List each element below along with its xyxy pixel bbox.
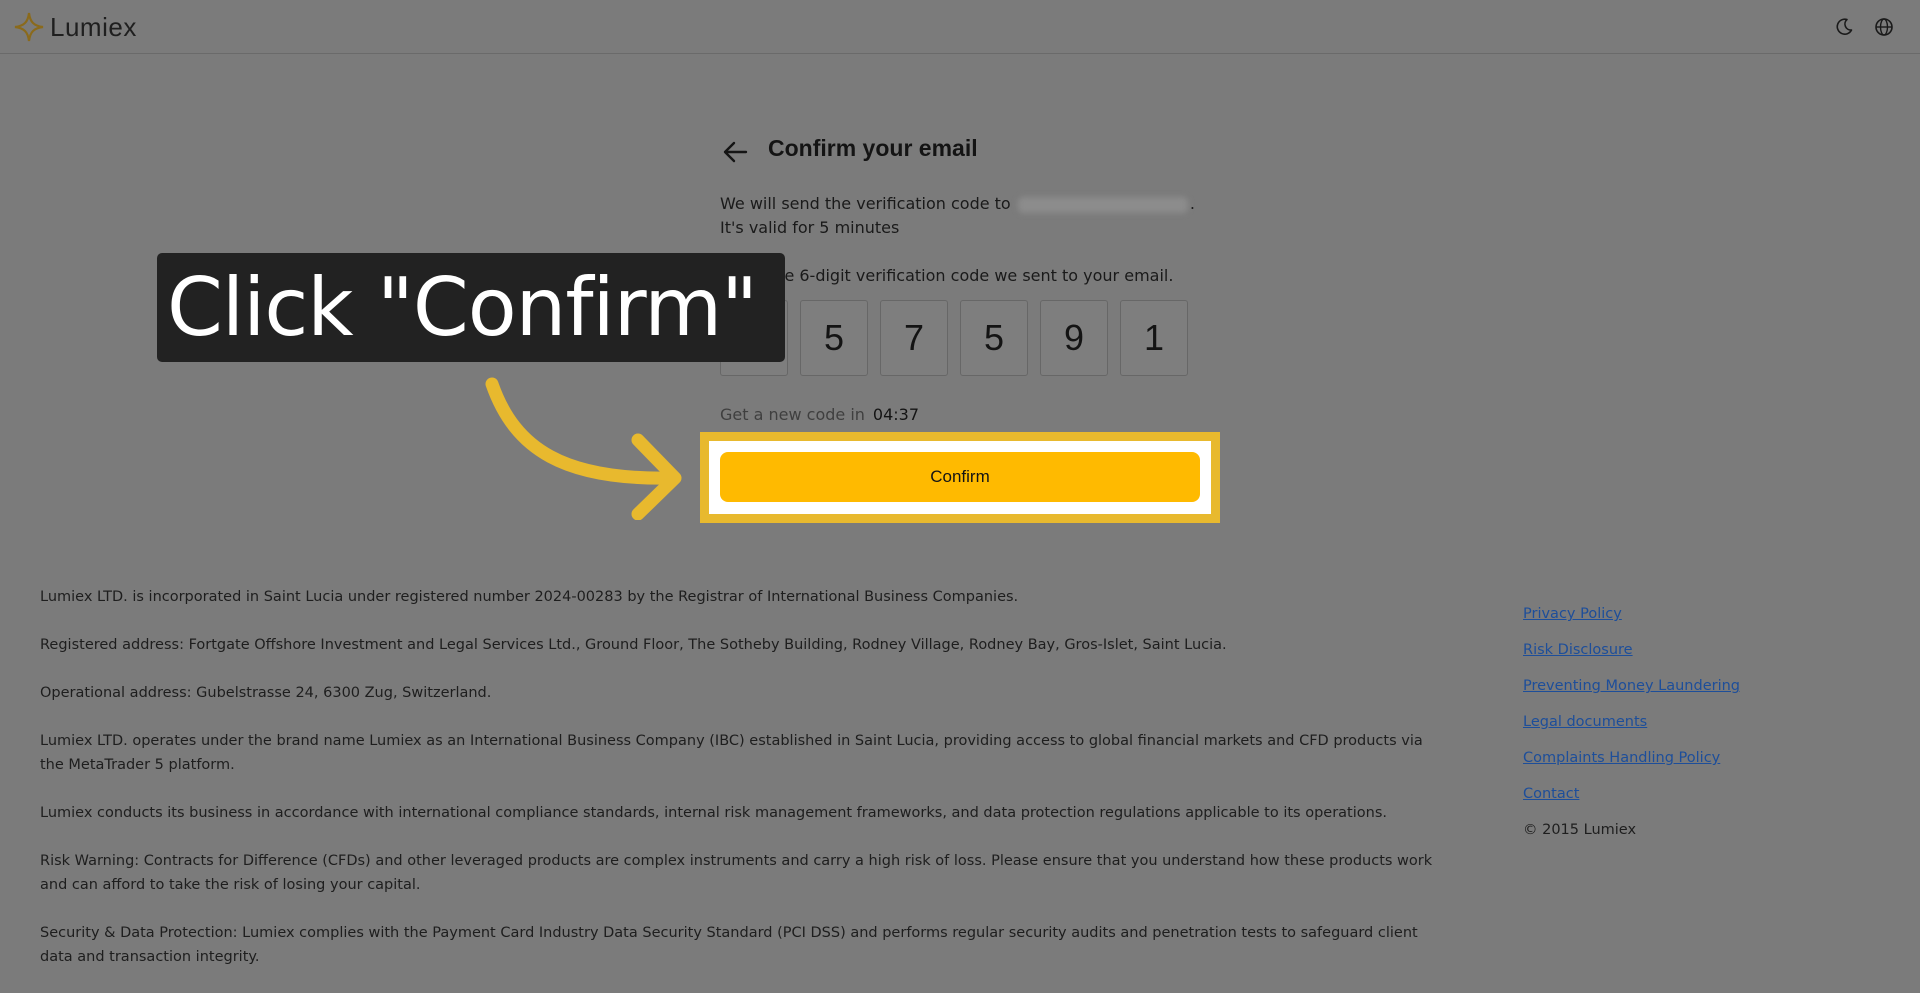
legal-paragraph: Operational address: Gubelstrasse 24, 63… bbox=[40, 685, 492, 701]
brand-name: Lumiex bbox=[50, 11, 137, 42]
link-risk-disclosure[interactable]: Risk Disclosure bbox=[1523, 638, 1740, 662]
back-arrow-icon[interactable] bbox=[722, 140, 748, 164]
verification-description: We will send the verification code to . … bbox=[720, 192, 1210, 240]
legal-text: Lumiex LTD. is incorporated in Saint Luc… bbox=[40, 585, 1450, 993]
pointer-arrow-icon bbox=[485, 377, 682, 520]
tutorial-callout: Click "Confirm" bbox=[157, 253, 785, 362]
legal-paragraph: Lumiex LTD. operates under the brand nam… bbox=[40, 733, 1423, 773]
globe-icon[interactable] bbox=[1874, 17, 1894, 37]
legal-paragraph: Registered address: Fortgate Offshore In… bbox=[40, 637, 1227, 653]
code-digit-5[interactable]: 9 bbox=[1040, 300, 1108, 376]
link-legal-documents[interactable]: Legal documents bbox=[1523, 710, 1740, 734]
link-contact[interactable]: Contact bbox=[1523, 782, 1740, 806]
link-privacy-policy[interactable]: Privacy Policy bbox=[1523, 602, 1740, 626]
page-title: Confirm your email bbox=[768, 135, 978, 161]
star-logo-icon bbox=[14, 12, 44, 42]
description-start: We will send the verification code to bbox=[720, 194, 1011, 213]
resend-timer: 04:37 bbox=[872, 405, 920, 424]
moon-icon[interactable] bbox=[1834, 17, 1854, 37]
code-digit-3[interactable]: 7 bbox=[880, 300, 948, 376]
confirm-button[interactable]: Confirm bbox=[720, 452, 1200, 502]
resend-countdown: Get a new code in 04:37 bbox=[720, 405, 919, 424]
code-digit-6[interactable]: 1 bbox=[1120, 300, 1188, 376]
verification-code-inputs: 2 5 7 5 9 1 bbox=[720, 300, 1188, 376]
resend-label: Get a new code in bbox=[720, 405, 865, 424]
code-digit-4[interactable]: 5 bbox=[960, 300, 1028, 376]
copyright: © 2015 Lumiex bbox=[1523, 822, 1637, 838]
blurred-email bbox=[1017, 196, 1188, 213]
legal-paragraph: Lumiex LTD. is incorporated in Saint Luc… bbox=[40, 589, 1019, 605]
code-digit-2[interactable]: 5 bbox=[800, 300, 868, 376]
footer-links: Privacy Policy Risk Disclosure Preventin… bbox=[1523, 602, 1740, 842]
legal-paragraph: Risk Warning: Contracts for Difference (… bbox=[40, 853, 1433, 893]
legal-paragraph: Lumiex conducts its business in accordan… bbox=[40, 805, 1387, 821]
brand-logo[interactable]: Lumiex bbox=[14, 12, 137, 42]
top-header: Lumiex bbox=[0, 0, 1920, 54]
link-preventing-money-laundering[interactable]: Preventing Money Laundering bbox=[1523, 674, 1740, 698]
link-complaints-handling-policy[interactable]: Complaints Handling Policy bbox=[1523, 746, 1740, 770]
code-instruction: Enter the 6-digit verification code we s… bbox=[720, 266, 1174, 285]
